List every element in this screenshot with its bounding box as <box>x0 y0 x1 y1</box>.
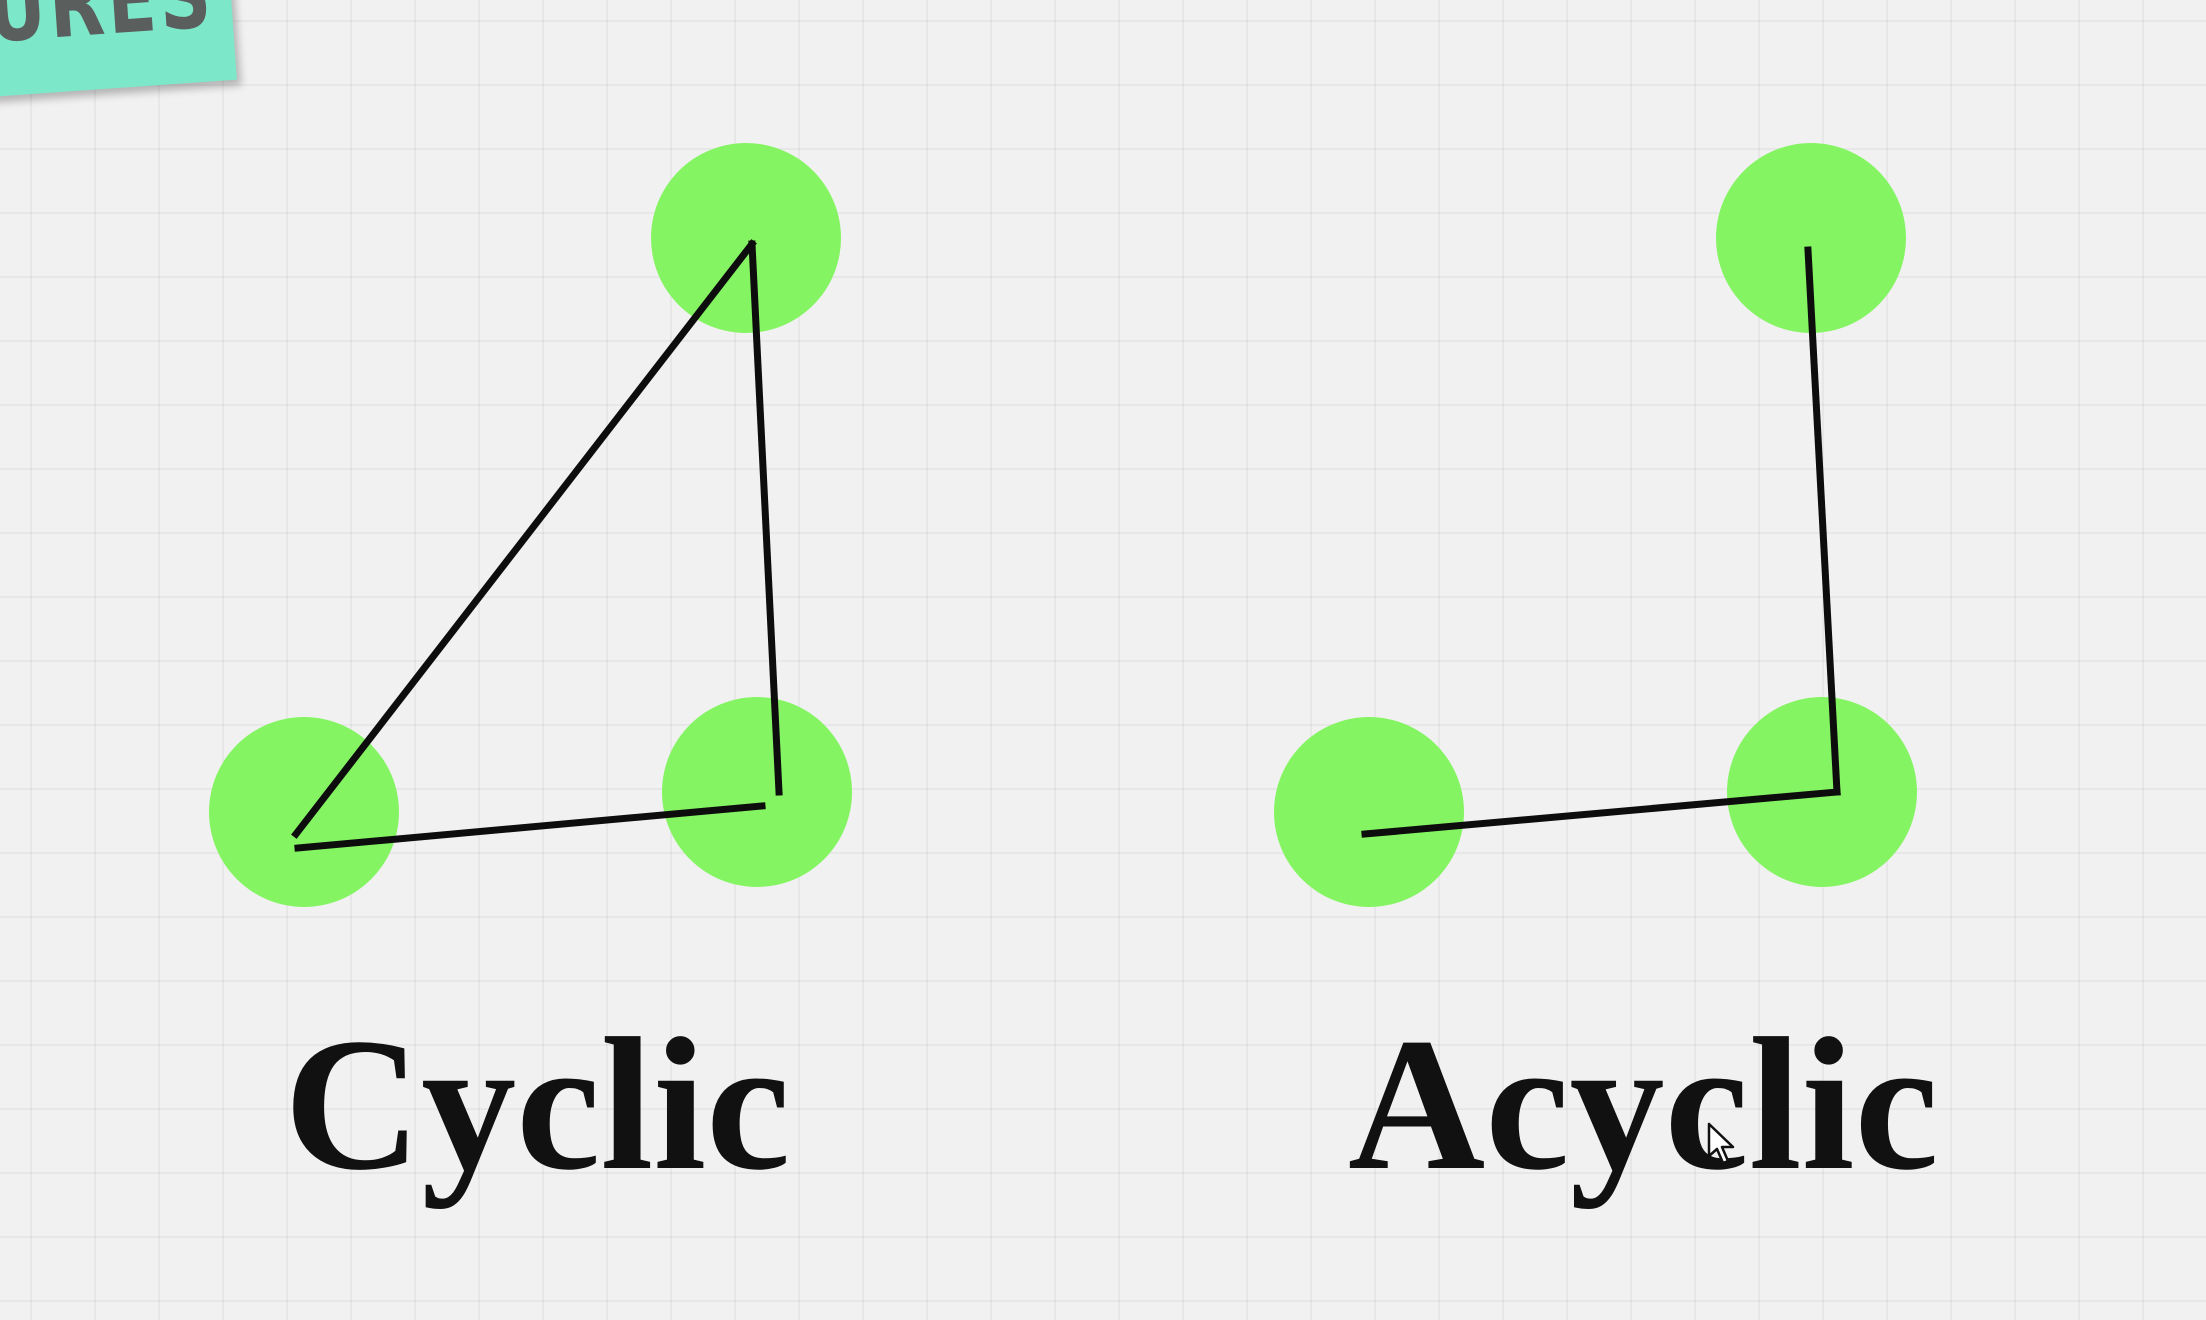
cyclic-label: Cyclic <box>284 1000 791 1210</box>
acyclic-graph <box>1274 143 1917 907</box>
cyclic-node-top <box>651 143 841 333</box>
cyclic-node-bottom-left <box>209 717 399 907</box>
cyclic-graph <box>209 143 852 907</box>
acyclic-label: Acyclic <box>1348 1000 1939 1210</box>
acyclic-node-bottom-left <box>1274 717 1464 907</box>
mouse-pointer-icon <box>1707 1122 1735 1165</box>
cyclic-node-bottom-right <box>662 697 852 887</box>
